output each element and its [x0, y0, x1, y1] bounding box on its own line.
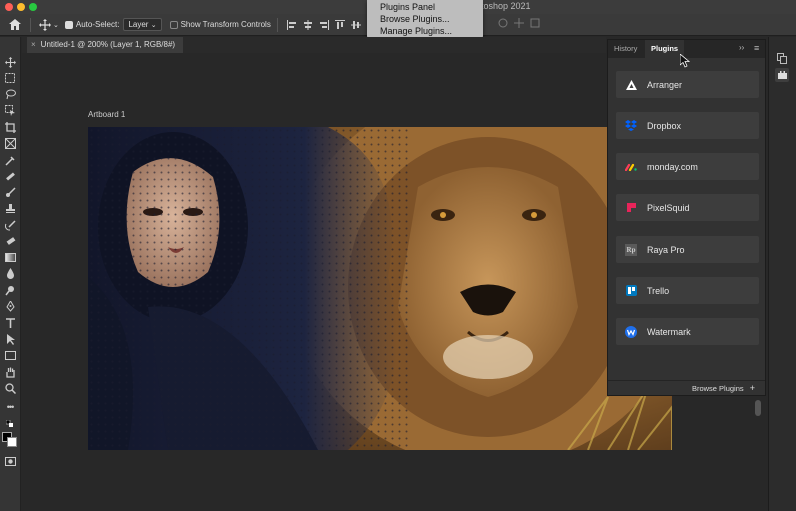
- close-window-button[interactable]: [5, 3, 13, 11]
- monday-icon: [625, 161, 637, 173]
- tab-plugins[interactable]: Plugins: [645, 40, 685, 58]
- quick-mask-icon[interactable]: [3, 454, 17, 468]
- 3d-slide-icon[interactable]: [530, 18, 540, 28]
- plugin-label: Trello: [647, 285, 670, 296]
- app-title: otoshop 2021: [476, 1, 531, 11]
- history-brush-tool-icon[interactable]: [3, 218, 17, 232]
- chevron-down-icon: ⌄: [150, 22, 157, 29]
- plus-icon: +: [749, 383, 755, 393]
- type-tool-icon[interactable]: [3, 316, 17, 330]
- 3d-orbit-icon[interactable]: [498, 18, 508, 28]
- more-tools-icon[interactable]: •••: [3, 400, 17, 414]
- auto-select-checkbox[interactable]: [64, 20, 73, 29]
- healing-brush-tool-icon[interactable]: [3, 169, 17, 183]
- plugin-item-arranger[interactable]: Arranger: [616, 71, 759, 98]
- align-left-icon[interactable]: [286, 19, 297, 30]
- document-tab-bar: × Untitled-1 @ 200% (Layer 1, RGB/8#): [22, 37, 606, 53]
- dropbox-icon: [625, 120, 637, 132]
- toolbar: •••: [0, 37, 21, 511]
- plugin-label: Watermark: [647, 326, 691, 337]
- plugins-menu: Plugins Panel Browse Plugins... Manage P…: [367, 0, 483, 41]
- background-color-swatch[interactable]: [7, 437, 17, 447]
- raya-pro-icon: Rp: [625, 243, 637, 256]
- move-tool-icon[interactable]: [39, 18, 51, 31]
- history-panel-icon[interactable]: [775, 51, 789, 65]
- align-center-icon[interactable]: [303, 19, 313, 30]
- collapse-panel-icon[interactable]: ››: [739, 43, 744, 52]
- auto-select-value: Layer: [128, 20, 149, 29]
- clone-stamp-tool-icon[interactable]: [3, 201, 17, 215]
- composite-image: [88, 127, 672, 450]
- trello-icon: [625, 285, 637, 297]
- align-right-icon[interactable]: [319, 19, 329, 30]
- frame-tool-icon[interactable]: [3, 136, 17, 150]
- pixelsquid-icon: [625, 202, 637, 214]
- marquee-tool-icon[interactable]: [3, 71, 17, 85]
- artboard-image[interactable]: [88, 127, 672, 450]
- plugin-item-trello[interactable]: Trello: [616, 277, 759, 304]
- lasso-tool-icon[interactable]: [3, 87, 17, 101]
- panel-menu-icon[interactable]: ≡: [754, 43, 759, 53]
- align-middle-icon[interactable]: [350, 20, 361, 30]
- plugin-label: monday.com: [647, 161, 698, 172]
- document-tab[interactable]: × Untitled-1 @ 200% (Layer 1, RGB/8#): [27, 37, 184, 53]
- plugin-item-dropbox[interactable]: Dropbox: [616, 112, 759, 139]
- artboard-label[interactable]: Artboard 1: [88, 110, 125, 119]
- brush-tool-icon[interactable]: [3, 185, 17, 199]
- dodge-tool-icon[interactable]: [3, 283, 17, 297]
- path-selection-tool-icon[interactable]: [3, 332, 17, 346]
- plugin-label: Dropbox: [647, 120, 682, 131]
- hand-tool-icon[interactable]: [3, 365, 17, 379]
- plugin-label: PixelSquid: [647, 202, 690, 213]
- blur-tool-icon[interactable]: [3, 266, 17, 280]
- plugins-panel-icon[interactable]: [775, 68, 789, 82]
- transform-controls-label: Show Transform Controls: [180, 20, 271, 29]
- plugin-label: Arranger: [647, 79, 683, 90]
- tab-history[interactable]: History: [608, 40, 643, 58]
- plugins-panel: History Plugins ›› ≡ Arranger Dropbox mo…: [607, 39, 766, 396]
- browse-plugins-button[interactable]: Browse Plugins +: [608, 380, 765, 396]
- close-tab-icon[interactable]: ×: [31, 40, 36, 49]
- watermark-icon: [625, 325, 637, 338]
- auto-select-label: Auto-Select:: [75, 20, 120, 29]
- crop-tool-icon[interactable]: [3, 120, 17, 134]
- transform-controls-checkbox[interactable]: [169, 20, 178, 29]
- document-tab-label: Untitled-1 @ 200% (Layer 1, RGB/8#): [40, 40, 176, 49]
- plugin-item-monday[interactable]: monday.com: [616, 153, 759, 180]
- home-icon[interactable]: [8, 18, 22, 32]
- pen-tool-icon[interactable]: [3, 299, 17, 313]
- 3d-pan-icon[interactable]: [514, 18, 524, 28]
- rectangle-tool-icon[interactable]: [3, 348, 17, 362]
- default-colors-icon[interactable]: [3, 417, 17, 431]
- arranger-icon: [625, 79, 637, 91]
- plugin-item-pixelsquid[interactable]: PixelSquid: [616, 194, 759, 221]
- scrollbar[interactable]: [755, 400, 761, 416]
- plugin-label: Raya Pro: [647, 244, 685, 255]
- plugin-item-watermark[interactable]: Watermark: [616, 318, 759, 345]
- align-top-icon[interactable]: [334, 19, 345, 30]
- browse-plugins-label: Browse Plugins: [691, 384, 744, 393]
- zoom-tool-icon[interactable]: [3, 381, 17, 395]
- divider: [30, 17, 31, 32]
- panel-dock: [768, 37, 796, 511]
- chevron-down-icon[interactable]: ⌄: [53, 21, 59, 29]
- menu-item-manage-plugins[interactable]: Manage Plugins...: [367, 25, 483, 37]
- auto-select-dropdown[interactable]: Layer ⌄: [123, 18, 162, 31]
- plugin-item-raya-pro[interactable]: Rp Raya Pro: [616, 236, 759, 263]
- object-select-tool-icon[interactable]: [3, 103, 17, 117]
- eraser-tool-icon[interactable]: [3, 234, 17, 248]
- minimize-window-button[interactable]: [17, 3, 25, 11]
- menu-item-browse-plugins[interactable]: Browse Plugins...: [367, 13, 483, 25]
- move-tool-icon[interactable]: [3, 55, 17, 69]
- gradient-tool-icon[interactable]: [3, 250, 17, 264]
- divider: [276, 17, 278, 32]
- eyedropper-tool-icon[interactable]: [3, 153, 17, 167]
- zoom-window-button[interactable]: [29, 3, 37, 11]
- menu-item-plugins-panel[interactable]: Plugins Panel: [367, 1, 483, 13]
